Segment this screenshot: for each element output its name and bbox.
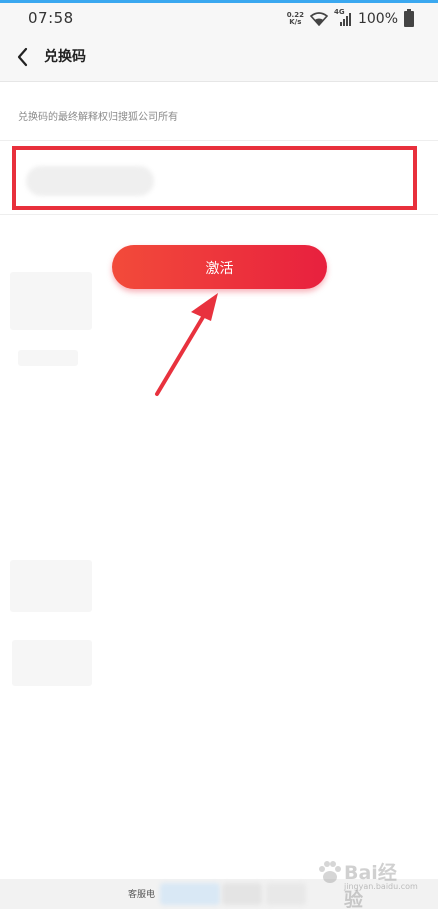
status-bar: 07:58 0.22 K/s 4G 100% xyxy=(0,3,438,33)
watermark-domain: jingyan.baidu.com xyxy=(344,882,418,891)
cell-signal: 4G xyxy=(334,8,352,27)
baidu-jingyan-watermark: Bai经验 jingyan.baidu.com xyxy=(314,856,418,911)
status-time: 07:58 xyxy=(28,9,74,27)
activate-button[interactable]: 激活 xyxy=(112,245,327,289)
blurred-text xyxy=(222,883,262,905)
wifi-icon xyxy=(309,12,328,26)
chevron-left-icon xyxy=(17,47,28,67)
divider xyxy=(0,140,438,141)
battery-percent: 100% xyxy=(357,11,398,27)
back-button[interactable] xyxy=(10,43,38,71)
code-input-highlight xyxy=(12,146,417,210)
redeem-notice: 兑换码的最终解释权归搜狐公司所有 xyxy=(18,112,178,123)
background-artifact xyxy=(10,560,92,612)
divider xyxy=(0,214,438,215)
paw-icon xyxy=(319,861,341,883)
signal-icon xyxy=(339,13,351,26)
customer-service-label: 客服电 xyxy=(128,890,156,900)
blurred-text xyxy=(160,883,220,905)
background-artifact xyxy=(12,640,92,686)
background-artifact xyxy=(18,350,78,366)
blurred-text xyxy=(266,883,306,905)
status-indicators: 0.22 K/s 4G 100% xyxy=(287,8,414,29)
background-artifact xyxy=(10,272,92,330)
network-speed: 0.22 K/s xyxy=(287,12,304,26)
redeem-code-input[interactable] xyxy=(20,154,410,204)
page-header: 兑换码 xyxy=(0,33,438,82)
page-title: 兑换码 xyxy=(44,49,86,65)
annotation-arrow xyxy=(155,293,218,396)
battery-icon xyxy=(404,9,414,27)
network-speed-unit: K/s xyxy=(289,18,302,26)
watermark-brand-bai: Bai xyxy=(344,862,378,884)
